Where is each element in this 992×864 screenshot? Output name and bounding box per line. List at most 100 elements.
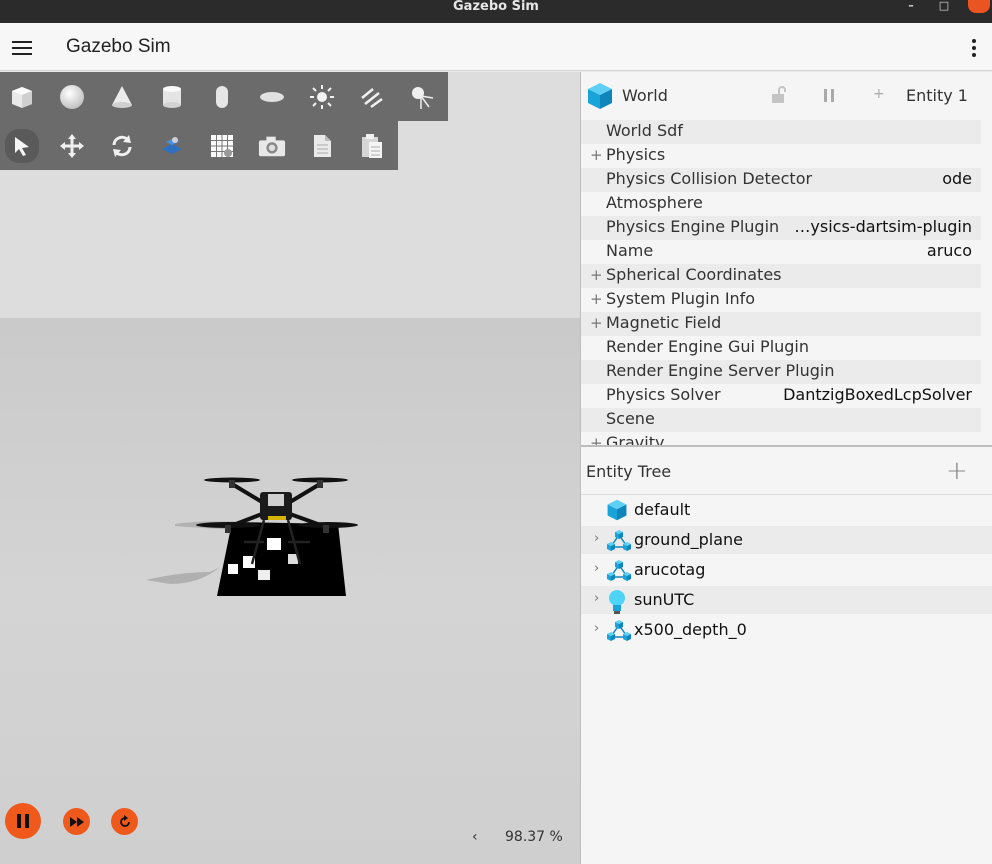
entity-tree-label: x500_depth_0 bbox=[634, 620, 747, 639]
window-titlebar: Gazebo Sim – □ bbox=[0, 0, 992, 23]
close-button[interactable] bbox=[968, 0, 990, 13]
component-inspector-header: World + Entity 1 bbox=[581, 72, 992, 118]
property-label: Render Engine Server Plugin bbox=[606, 361, 835, 380]
light-icon bbox=[606, 589, 628, 619]
property-label: Magnetic Field bbox=[606, 313, 722, 332]
property-value: …ysics-dartsim-plugin bbox=[794, 217, 972, 236]
property-row: World Sdf bbox=[581, 120, 981, 144]
expand-icon[interactable]: + bbox=[590, 432, 603, 446]
app-name: Gazebo Sim bbox=[66, 36, 171, 57]
right-panel: World + Entity 1 World Sdf + Physics Physic… bbox=[580, 72, 992, 864]
hamburger-menu-icon[interactable] bbox=[12, 41, 32, 55]
camera-icon[interactable] bbox=[258, 132, 286, 160]
property-label: Physics Solver bbox=[606, 385, 721, 404]
property-row[interactable]: + Spherical Coordinates bbox=[581, 264, 981, 288]
maximize-button[interactable]: □ bbox=[938, 0, 950, 12]
more-options-icon[interactable] bbox=[970, 39, 978, 57]
pause-icon bbox=[17, 814, 29, 828]
rotate-mode-icon[interactable] bbox=[108, 132, 136, 160]
property-label: Atmosphere bbox=[606, 193, 703, 212]
property-label: Physics Collision Detector bbox=[606, 169, 813, 188]
inspector-title: World bbox=[622, 86, 668, 105]
pause-button[interactable] bbox=[5, 803, 41, 839]
property-row: Render Engine Server Plugin bbox=[581, 360, 981, 384]
property-row[interactable]: + Magnetic Field bbox=[581, 312, 981, 336]
select-mode-icon[interactable] bbox=[5, 129, 39, 163]
property-label: Name bbox=[606, 241, 654, 260]
reset-icon bbox=[119, 814, 130, 827]
cone-shape-icon[interactable] bbox=[108, 83, 136, 111]
real-time-factor: 98.37 % bbox=[505, 829, 563, 845]
property-row[interactable]: + Physics bbox=[581, 144, 981, 168]
copy-icon[interactable] bbox=[308, 132, 336, 160]
step-forward-button[interactable] bbox=[63, 808, 90, 835]
paste-icon[interactable] bbox=[358, 132, 386, 160]
sphere-shape-icon[interactable] bbox=[58, 83, 86, 111]
fast-forward-icon bbox=[69, 816, 84, 827]
window-title: Gazebo Sim bbox=[453, 0, 539, 14]
reset-button[interactable] bbox=[111, 808, 138, 835]
property-row: Physics Engine Plugin …ysics-dartsim-plug… bbox=[581, 216, 981, 240]
expand-icon[interactable]: + bbox=[590, 264, 603, 286]
property-row: Render Engine Gui Plugin bbox=[581, 336, 981, 360]
minimize-button[interactable]: – bbox=[905, 0, 917, 12]
property-row: Physics Collision Detector ode bbox=[581, 168, 981, 192]
property-row: Atmosphere bbox=[581, 192, 981, 216]
pause-updates-icon[interactable] bbox=[823, 89, 835, 103]
entity-id: Entity 1 bbox=[906, 86, 968, 105]
property-row: Scene bbox=[581, 408, 981, 432]
property-value: ode bbox=[942, 169, 972, 188]
add-entity-button[interactable]: + bbox=[946, 456, 968, 486]
transform-toolbar bbox=[0, 121, 398, 170]
directional-light-icon[interactable] bbox=[358, 83, 386, 111]
chevron-right-icon[interactable]: › bbox=[594, 561, 599, 576]
property-label: Gravity bbox=[606, 433, 665, 446]
property-row[interactable]: + System Plugin Info bbox=[581, 288, 981, 312]
app-header: Gazebo Sim bbox=[0, 23, 992, 71]
spot-light-icon[interactable] bbox=[408, 83, 436, 111]
chevron-right-icon[interactable]: › bbox=[594, 591, 599, 606]
translate-mode-icon[interactable] bbox=[58, 132, 86, 160]
property-row[interactable]: + Gravity bbox=[581, 432, 981, 446]
world-icon bbox=[606, 499, 628, 525]
shapes-toolbar bbox=[0, 72, 448, 121]
capsule-shape-icon[interactable] bbox=[208, 83, 236, 111]
world-cube-icon bbox=[588, 83, 612, 109]
point-light-icon[interactable] bbox=[308, 83, 336, 111]
snap-icon[interactable] bbox=[158, 132, 186, 160]
expand-icon[interactable]: + bbox=[590, 144, 603, 166]
expand-icon[interactable]: + bbox=[590, 288, 603, 310]
add-component-icon[interactable]: + bbox=[873, 86, 885, 102]
property-row: Name aruco bbox=[581, 240, 981, 264]
lock-icon[interactable] bbox=[771, 86, 787, 104]
property-label: Physics Engine Plugin bbox=[606, 217, 780, 236]
model-icon bbox=[606, 559, 632, 587]
entity-tree-title: Entity Tree bbox=[586, 462, 672, 481]
entity-tree-header: Entity Tree + bbox=[581, 447, 992, 495]
entity-tree-label: ground_plane bbox=[634, 530, 743, 549]
entity-tree-label: sunUTC bbox=[634, 590, 695, 609]
cylinder-shape-icon[interactable] bbox=[158, 83, 186, 111]
model-icon bbox=[606, 529, 632, 557]
rtf-collapse-arrow[interactable]: ‹ bbox=[472, 829, 478, 845]
property-label: Physics bbox=[606, 145, 666, 164]
entity-tree-item-sunUTC[interactable]: › sunUTC bbox=[581, 586, 992, 614]
property-label: Spherical Coordinates bbox=[606, 265, 782, 284]
model-icon bbox=[606, 619, 632, 647]
drone-model[interactable] bbox=[140, 472, 380, 602]
ellipsoid-shape-icon[interactable] bbox=[258, 83, 286, 111]
property-row: Physics Solver DantzigBoxedLcpSolver bbox=[581, 384, 981, 408]
expand-icon[interactable]: + bbox=[590, 312, 603, 334]
entity-tree-item-ground-plane[interactable]: › ground_plane bbox=[581, 526, 992, 554]
property-list: World Sdf + Physics Physics Collision Detec… bbox=[581, 118, 981, 446]
chevron-right-icon[interactable]: › bbox=[594, 621, 599, 636]
box-shape-icon[interactable] bbox=[8, 83, 36, 111]
scene-viewport[interactable]: ‹ 98.37 % bbox=[0, 72, 580, 864]
property-value: DantzigBoxedLcpSolver bbox=[783, 385, 972, 404]
property-label: Scene bbox=[606, 409, 655, 428]
entity-tree-item-x500-depth-0[interactable]: › x500_depth_0 bbox=[581, 616, 992, 644]
chevron-right-icon[interactable]: › bbox=[594, 531, 599, 546]
entity-tree-item-default[interactable]: default bbox=[581, 496, 992, 524]
grid-config-icon[interactable] bbox=[208, 132, 236, 160]
entity-tree-item-arucotag[interactable]: › arucotag bbox=[581, 556, 992, 584]
